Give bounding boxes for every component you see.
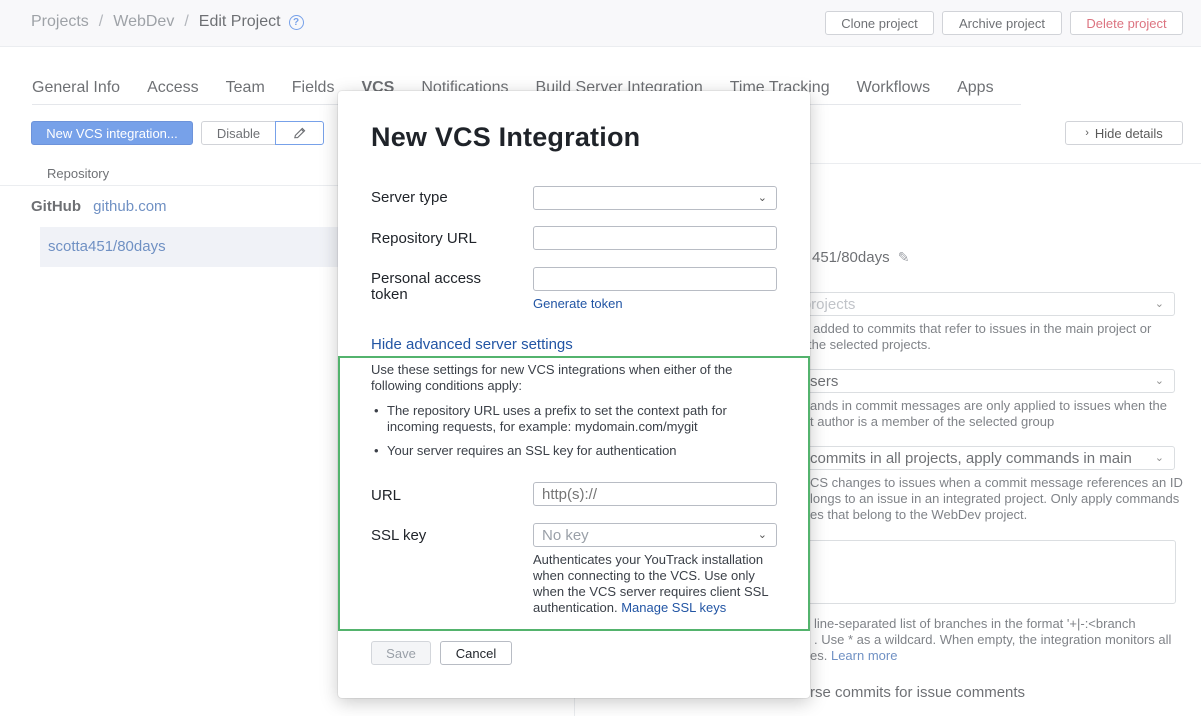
- dialog-title: New VCS Integration: [371, 122, 641, 152]
- advanced-server-settings: Use these settings for new VCS integrati…: [338, 356, 810, 631]
- list-item: The repository URL uses a prefix to set …: [374, 403, 767, 435]
- chevron-down-icon: ⌄: [757, 529, 767, 541]
- ssl-key-select[interactable]: No key ⌄: [533, 523, 777, 547]
- advanced-description: Use these settings for new VCS integrati…: [371, 362, 733, 393]
- url-input[interactable]: [533, 482, 777, 506]
- ssl-key-description: Authenticates your YouTrack installation…: [533, 552, 769, 615]
- personal-access-token-input[interactable]: [533, 267, 777, 291]
- personal-access-token-label: Personal access token: [371, 270, 482, 303]
- hide-advanced-settings-link[interactable]: Hide advanced server settings: [371, 336, 573, 353]
- list-item: Your server requires an SSL key for auth…: [374, 443, 767, 459]
- repository-url-input[interactable]: [533, 226, 777, 250]
- new-vcs-integration-dialog: New VCS Integration Server type ⌄ Reposi…: [338, 91, 810, 698]
- generate-token-link[interactable]: Generate token: [533, 296, 623, 311]
- save-button[interactable]: Save: [371, 641, 431, 665]
- repository-url-label: Repository URL: [371, 230, 477, 247]
- ssl-key-label: SSL key: [371, 527, 427, 544]
- url-label: URL: [371, 487, 402, 504]
- server-type-select[interactable]: ⌄: [533, 186, 777, 210]
- manage-ssl-keys-link[interactable]: Manage SSL keys: [621, 600, 726, 615]
- chevron-down-icon: ⌄: [757, 192, 767, 204]
- server-type-label: Server type: [371, 189, 448, 206]
- cancel-button[interactable]: Cancel: [440, 641, 512, 665]
